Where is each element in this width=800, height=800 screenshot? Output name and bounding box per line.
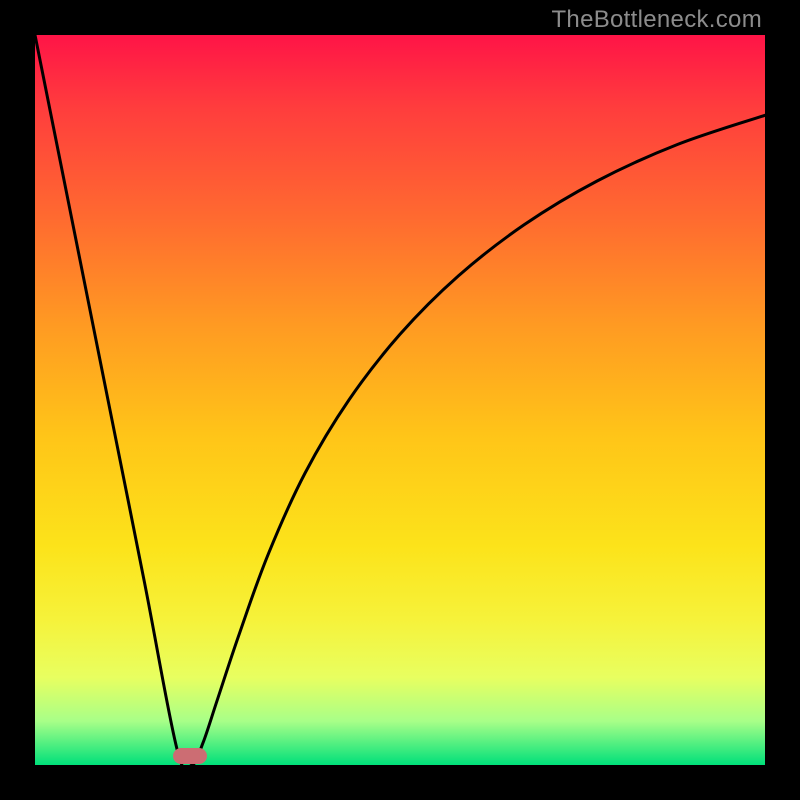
optimal-point-marker <box>173 748 207 764</box>
chart-plot-area <box>35 35 765 765</box>
bottleneck-curve <box>35 35 765 765</box>
watermark-text: TheBottleneck.com <box>551 6 762 34</box>
